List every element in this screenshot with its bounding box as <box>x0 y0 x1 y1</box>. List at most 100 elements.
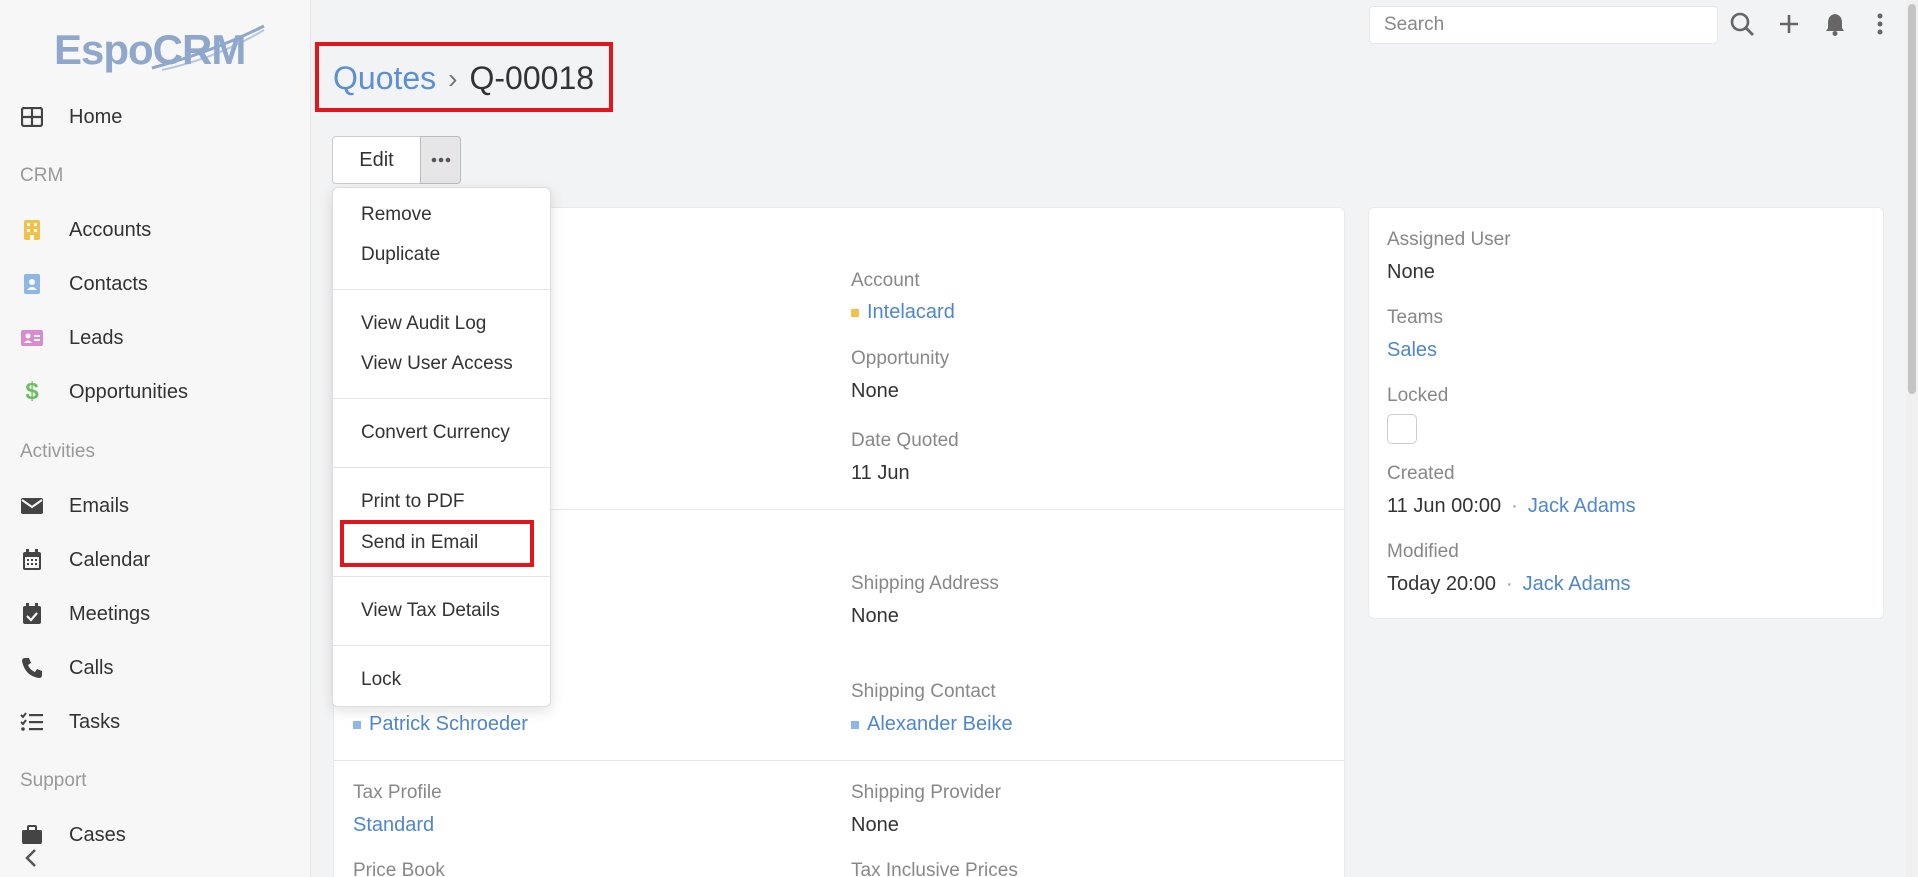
contact-dot <box>353 720 361 729</box>
shipping-provider-value: None <box>851 814 899 836</box>
menu-item-view-audit-log[interactable]: View Audit Log <box>361 313 486 335</box>
price-book-label: Price Book <box>353 860 445 877</box>
opportunity-label: Opportunity <box>851 348 950 369</box>
date-quoted-label: Date Quoted <box>851 430 959 451</box>
vertical-ellipsis-icon <box>1877 13 1883 35</box>
sidebar-item-calls[interactable]: Calls <box>0 648 310 688</box>
breadcrumb-highlight-box <box>315 42 613 112</box>
tax-profile-link[interactable]: Standard <box>353 814 434 837</box>
sidebar-item-label: Tasks <box>69 710 121 733</box>
modified-label: Modified <box>1387 541 1459 562</box>
phone-icon <box>20 656 44 680</box>
sidebar-item-label: Contacts <box>69 272 148 295</box>
menu-item-print-to-pdf[interactable]: Print to PDF <box>361 491 464 513</box>
page-scrollbar[interactable] <box>1906 0 1918 877</box>
calendar-icon <box>20 548 44 572</box>
assigned-user-value: None <box>1387 261 1435 283</box>
tax-inclusive-prices-label: Tax Inclusive Prices <box>851 860 1018 877</box>
menu-item-view-tax-details[interactable]: View Tax Details <box>361 600 500 622</box>
horizontal-ellipsis-icon <box>431 157 450 163</box>
search-button[interactable] <box>1728 10 1756 38</box>
billing-contact-value: Patrick Schroeder <box>369 713 528 735</box>
tasks-icon <box>20 710 44 734</box>
teams-link[interactable]: Sales <box>1387 339 1437 362</box>
assigned-user-label: Assigned User <box>1387 229 1511 250</box>
menu-divider <box>333 289 552 290</box>
sidebar-item-label: Calls <box>69 656 114 679</box>
record-side-panel: Assigned User None Teams Sales Locked Cr… <box>1368 207 1884 619</box>
menu-divider <box>333 576 552 577</box>
edit-button[interactable]: Edit <box>332 136 421 184</box>
search-input[interactable] <box>1369 6 1718 44</box>
modified-date: Today 20:00 <box>1387 573 1496 595</box>
sidebar-item-contacts[interactable]: Contacts <box>0 264 310 304</box>
logo-text: EspoCRM <box>54 26 246 73</box>
id-card-icon <box>20 326 44 350</box>
menu-divider <box>333 645 552 646</box>
tax-profile-label: Tax Profile <box>353 782 442 803</box>
collapse-sidebar-button[interactable] <box>20 846 44 870</box>
scrollbar-thumb[interactable] <box>1908 4 1916 394</box>
separator-dot: · <box>1511 495 1518 517</box>
sidebar-item-accounts[interactable]: Accounts <box>0 210 310 250</box>
billing-contact-link[interactable]: Patrick Schroeder <box>353 713 528 736</box>
modified-by-link[interactable]: Jack Adams <box>1523 573 1631 596</box>
sidebar-item-meetings[interactable]: Meetings <box>0 594 310 634</box>
shipping-contact-value: Alexander Beike <box>867 713 1013 735</box>
chevron-left-icon <box>25 849 36 867</box>
sidebar-group-crm: CRM <box>20 165 64 186</box>
sidebar-group-activities: Activities <box>20 441 95 462</box>
teams-label: Teams <box>1387 307 1443 328</box>
sidebar: EspoCRM Home CRM Accounts Contacts Leads… <box>0 0 311 877</box>
modified-row: Today 20:00 · Jack Adams <box>1387 573 1630 596</box>
sidebar-item-tasks[interactable]: Tasks <box>0 702 310 742</box>
envelope-icon <box>20 494 44 518</box>
briefcase-icon <box>20 823 44 847</box>
contact-dot <box>851 720 859 729</box>
more-actions-button[interactable] <box>420 136 461 184</box>
section-divider <box>334 760 1344 761</box>
sidebar-item-label: Calendar <box>69 548 151 571</box>
sidebar-group-support: Support <box>20 770 87 791</box>
menu-item-convert-currency[interactable]: Convert Currency <box>361 422 510 444</box>
menu-button[interactable] <box>1866 10 1894 38</box>
sidebar-item-label: Opportunities <box>69 380 188 403</box>
sidebar-item-label: Emails <box>69 494 130 517</box>
sidebar-item-emails[interactable]: Emails <box>0 486 310 526</box>
sidebar-item-cases[interactable]: Cases <box>0 815 310 855</box>
opportunity-value: None <box>851 380 899 402</box>
quick-create-button[interactable] <box>1775 10 1803 38</box>
plus-icon <box>1780 15 1798 33</box>
espocrm-logo[interactable]: EspoCRM <box>52 22 267 78</box>
menu-divider <box>333 398 552 399</box>
search-icon <box>1730 12 1754 36</box>
separator-dot: · <box>1505 573 1513 595</box>
sidebar-item-home[interactable]: Home <box>0 97 310 137</box>
menu-item-duplicate[interactable]: Duplicate <box>361 244 440 266</box>
contact-card-icon <box>20 272 44 296</box>
calendar-check-icon <box>20 602 44 626</box>
sidebar-item-leads[interactable]: Leads <box>0 318 310 358</box>
menu-divider <box>333 467 552 468</box>
notifications-button[interactable] <box>1821 10 1849 38</box>
sidebar-item-opportunities[interactable]: $ Opportunities <box>0 372 310 412</box>
send-in-email-highlight-box <box>340 520 534 567</box>
created-by-link[interactable]: Jack Adams <box>1528 495 1636 518</box>
menu-item-view-user-access[interactable]: View User Access <box>361 353 513 375</box>
shipping-provider-label: Shipping Provider <box>851 782 1001 803</box>
sidebar-item-label: Leads <box>69 326 124 349</box>
shipping-contact-link[interactable]: Alexander Beike <box>851 713 1013 736</box>
account-label: Account <box>851 270 920 291</box>
menu-item-lock[interactable]: Lock <box>361 669 401 691</box>
shipping-address-label: Shipping Address <box>851 573 999 594</box>
sidebar-item-label: Accounts <box>69 218 152 241</box>
sidebar-item-label: Meetings <box>69 602 151 625</box>
account-value: Intelacard <box>867 301 955 323</box>
menu-item-remove[interactable]: Remove <box>361 204 432 226</box>
locked-checkbox[interactable] <box>1387 414 1417 444</box>
account-link[interactable]: Intelacard <box>851 301 955 324</box>
account-dot <box>851 308 859 317</box>
sidebar-item-calendar[interactable]: Calendar <box>0 540 310 580</box>
actions-dropdown-menu: Remove Duplicate View Audit Log View Use… <box>332 187 552 707</box>
building-icon <box>20 218 44 242</box>
